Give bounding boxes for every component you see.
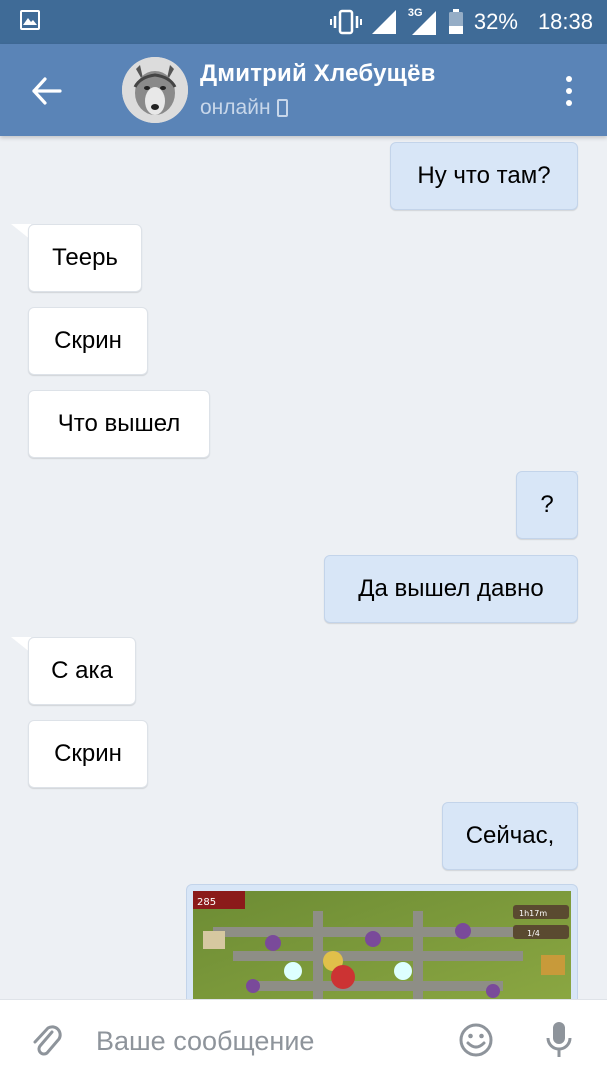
online-status-label: онлайн — [200, 96, 271, 119]
game-counter: 285 — [197, 897, 216, 908]
chat-header: Дмитрий Хлебущёв онлайн — [0, 44, 607, 136]
vibrate-icon — [329, 9, 362, 35]
message-text: Да вышел давно — [358, 575, 544, 602]
back-arrow-icon[interactable] — [30, 74, 64, 108]
message-text: ? — [540, 491, 554, 518]
message-bubble-incoming[interactable]: Скрин — [28, 720, 148, 788]
network-3g-icon: 3G — [408, 7, 438, 35]
message-bubble-incoming[interactable]: Что вышел — [28, 390, 210, 458]
contact-name[interactable]: Дмитрий Хлебущёв — [200, 60, 436, 88]
battery-percentage: 32% — [473, 9, 518, 34]
message-text: С ака — [51, 657, 113, 684]
game-badge-a: 1h17m — [519, 909, 547, 918]
message-bubble-incoming[interactable]: Теерь — [28, 224, 142, 292]
message-bubble-outgoing[interactable]: Ну что там? — [390, 142, 578, 210]
message-text: Что вышел — [57, 410, 181, 437]
message-text: Сейчас, — [465, 822, 555, 849]
status-icons: 3G 32% 18:38 — [329, 0, 593, 44]
message-text: Скрин — [54, 740, 122, 767]
more-vertical-icon[interactable] — [559, 74, 579, 108]
status-bar: 3G 32% 18:38 — [0, 0, 607, 44]
message-input[interactable] — [96, 1018, 436, 1064]
battery-icon — [448, 9, 463, 34]
online-status: онлайн — [200, 96, 288, 120]
message-text: Скрин — [54, 327, 122, 354]
message-bubble-outgoing[interactable]: Сейчас, — [442, 802, 578, 870]
paperclip-icon[interactable] — [30, 1022, 64, 1060]
mobile-phone-icon — [276, 99, 288, 117]
emoji-icon[interactable] — [458, 1022, 494, 1058]
microphone-icon[interactable] — [546, 1020, 572, 1060]
image-notification-icon — [20, 10, 40, 30]
game-badge-b: 1/4 — [527, 929, 540, 938]
message-composer — [0, 999, 607, 1080]
message-bubble-outgoing[interactable]: Да вышел давно — [324, 555, 578, 623]
clock: 18:38 — [537, 9, 593, 34]
message-text: Теерь — [52, 244, 118, 271]
message-bubble-incoming[interactable]: С ака — [28, 637, 136, 705]
signal-icon — [371, 10, 396, 34]
avatar[interactable] — [122, 57, 188, 123]
message-bubble-outgoing[interactable]: ? — [516, 471, 578, 539]
message-text: Ну что там? — [417, 162, 551, 189]
message-bubble-incoming[interactable]: Скрин — [28, 307, 148, 375]
